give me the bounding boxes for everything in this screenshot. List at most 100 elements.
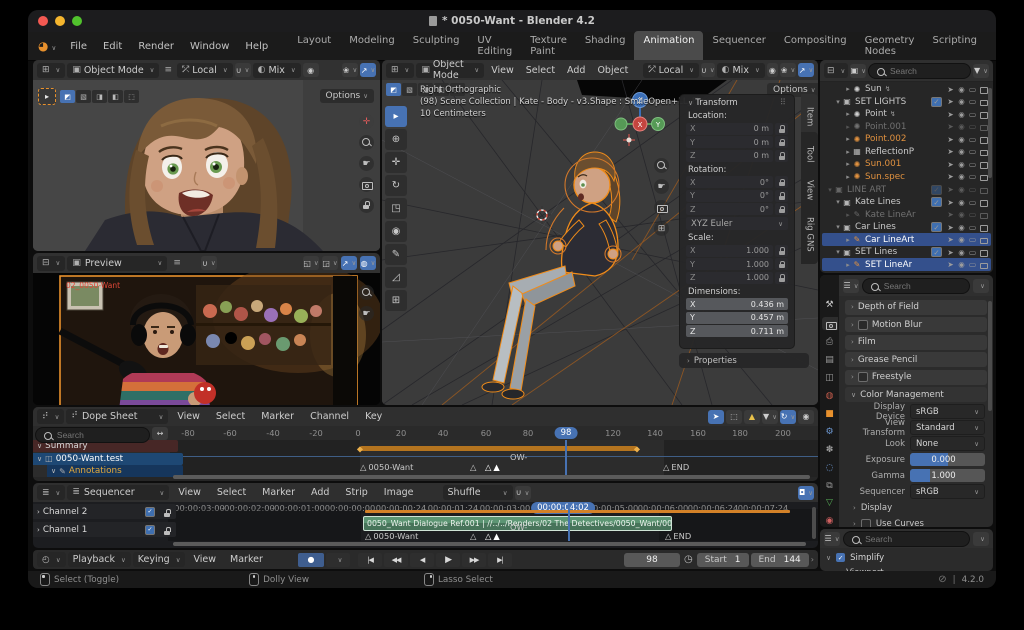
object-tab-icon[interactable]: ■ — [822, 408, 838, 419]
select-icon[interactable]: ➤ — [946, 260, 955, 269]
dope-sheet-hscroll[interactable] — [173, 475, 810, 479]
select-icon[interactable]: ➤ — [946, 198, 955, 207]
outliner-row[interactable]: ▸▦ReflectionP➤◉▭ — [822, 146, 991, 159]
lock-icon[interactable] — [775, 136, 788, 148]
start-frame-field[interactable]: Start1 — [697, 553, 749, 567]
lock-icon[interactable] — [775, 203, 788, 215]
tweak-select-button[interactable]: ◩ — [60, 90, 75, 103]
viewport-disable-icon[interactable]: ▭ — [968, 97, 977, 106]
tab-shading[interactable]: Shading — [576, 31, 635, 61]
viewport-disable-icon[interactable]: ▭ — [968, 210, 977, 219]
menu-help[interactable]: Help — [237, 41, 276, 52]
collection-checkbox[interactable]: ✓ — [931, 197, 942, 207]
tab-layout[interactable]: Layout — [288, 31, 340, 61]
rotation-mode-dropdown[interactable]: XYZ Euler — [686, 217, 788, 230]
select-icon[interactable]: ➤ — [946, 147, 955, 156]
outliner-row[interactable]: ▸✺Point.001➤◉▭ — [822, 121, 991, 134]
gizmo-toggle-icon[interactable]: ↗ — [341, 256, 357, 270]
hide-icon[interactable]: ◉ — [957, 160, 966, 169]
data-tab-icon[interactable]: ▽ — [822, 498, 838, 509]
summary-keyframe-bar[interactable] — [360, 446, 637, 451]
outliner-row[interactable]: ▸✺Sun.spec➤◉▭ — [822, 171, 991, 184]
rotation-x-field[interactable]: X0° — [686, 176, 773, 188]
menu-channel[interactable]: Channel — [303, 411, 356, 422]
marker-end[interactable]: △END — [663, 462, 689, 472]
menu-edit[interactable]: Edit — [95, 41, 130, 52]
render-disable-icon[interactable] — [979, 160, 988, 169]
hamburger-icon[interactable]: ≡ — [169, 258, 185, 268]
snap-icon[interactable]: ∪ — [201, 256, 217, 270]
tab-modeling[interactable]: Modeling — [340, 31, 404, 61]
viewport-disable-icon[interactable]: ▭ — [968, 248, 977, 257]
use-curves-subsection[interactable]: ›Use Curves — [853, 517, 985, 527]
viewport-disable-icon[interactable]: ▭ — [968, 185, 977, 194]
proportional-edit-icon[interactable]: ◉ — [798, 410, 814, 424]
render-disable-icon[interactable] — [979, 185, 988, 194]
sequencer-hscroll[interactable] — [173, 542, 806, 546]
menu-add[interactable]: Add — [562, 65, 590, 76]
transform-tool[interactable]: ◉ — [385, 221, 407, 242]
options-button[interactable]: Options — [320, 89, 375, 103]
visibility-icon[interactable]: ❀ — [342, 63, 358, 77]
orientation-selector[interactable]: ⤱Local — [177, 63, 233, 78]
next-keyframe-button[interactable]: ▶▶ — [462, 553, 486, 567]
marker-0050-want[interactable]: △0050-Want — [360, 462, 413, 472]
hide-icon[interactable]: ◉ — [957, 260, 966, 269]
menu-select[interactable]: Select — [210, 487, 253, 498]
properties2-search[interactable] — [843, 531, 970, 547]
zoom-icon[interactable] — [654, 158, 669, 173]
hide-icon[interactable]: ◉ — [957, 223, 966, 232]
pan-hand-icon[interactable]: ☛ — [654, 179, 669, 194]
menu-select[interactable]: Select — [209, 411, 252, 422]
use-preview-range-icon[interactable]: ◷ — [682, 554, 695, 565]
active-tool-icon[interactable]: ▸ — [38, 88, 56, 105]
properties-subpanel[interactable]: ›Properties — [679, 353, 809, 368]
lock-icon[interactable] — [775, 176, 788, 188]
end-frame-field[interactable]: End144 — [751, 553, 809, 567]
viewport-disable-icon[interactable]: ▭ — [968, 223, 977, 232]
outliner-search-input[interactable] — [888, 65, 965, 77]
maximize-window-button[interactable] — [72, 16, 82, 26]
sequencer-mode-selector[interactable]: ≣Sequencer — [67, 485, 169, 500]
tab-geometry-nodes[interactable]: Geometry Nodes — [856, 31, 924, 61]
channel-1-row[interactable]: ›Channel 1 ✓ — [33, 522, 176, 537]
hide-icon[interactable]: ◉ — [957, 235, 966, 244]
keying-dropdown[interactable] — [326, 553, 350, 567]
viewport-disable-icon[interactable]: ▭ — [968, 235, 977, 244]
render-tab-icon[interactable] — [822, 317, 838, 330]
paint-select-button[interactable]: ⬚ — [124, 90, 139, 103]
motion-blur-checkbox[interactable] — [858, 320, 868, 330]
camera-view-canvas[interactable]: ▸ ◩ ▧ ◨ ◧ ⬚ Options ✛ ☛ — [33, 80, 380, 251]
scale-x-field[interactable]: X1.000 — [686, 245, 773, 257]
editor-type-icon[interactable]: ⊞ — [386, 63, 414, 78]
auto-keying-button[interactable]: ● — [298, 553, 324, 567]
outliner-row[interactable]: ▸✎Kate LineAr➤◉▭ — [822, 208, 991, 221]
marker-icon[interactable]: △ — [470, 462, 476, 472]
collection-checkbox[interactable]: ✓ — [931, 222, 942, 232]
pivot-selector[interactable]: ◐Mix — [717, 63, 765, 78]
render-disable-icon[interactable] — [979, 110, 988, 119]
menu-marker[interactable]: Marker — [255, 487, 302, 498]
hide-icon[interactable]: ◉ — [957, 198, 966, 207]
collection-checkbox[interactable]: ✓ — [931, 247, 942, 257]
material-tab-icon[interactable]: ◉ — [822, 516, 838, 527]
keyframe-diamond[interactable]: ◆ — [634, 444, 640, 453]
proportional-edit-icon[interactable]: ◉ — [767, 63, 778, 77]
outliner-row[interactable]: ▸✺Sun↯➤◉▭ — [822, 83, 991, 96]
blender-logo-icon[interactable]: ◕ — [28, 39, 62, 53]
current-frame-field[interactable]: 98 — [624, 553, 680, 567]
viewport-disable-icon[interactable]: ▭ — [968, 110, 977, 119]
tab-compositing[interactable]: Compositing — [775, 31, 856, 61]
gizmo-toggle-icon[interactable]: ↗ — [360, 63, 376, 77]
overlay-toggle-icon[interactable]: ◘ — [798, 486, 814, 500]
orientation-selector[interactable]: ⤱Local — [643, 63, 699, 78]
outliner-row[interactable]: ▸✺Point.002➤◉▭ — [822, 133, 991, 146]
render-disable-icon[interactable] — [979, 235, 988, 244]
tool-tab-icon[interactable]: ⚒ — [822, 299, 838, 310]
viewport-canvas[interactable]: Z X Y ◩ ▧ ◨ ◧ ⬚ Options — [382, 80, 818, 405]
viewport-disable-icon[interactable]: ▭ — [968, 172, 977, 181]
render-disable-icon[interactable] — [979, 260, 988, 269]
menu-marker[interactable]: Marker — [254, 411, 301, 422]
channel2-strip[interactable] — [365, 510, 790, 513]
snap-mode-selector[interactable]: Shuffle — [443, 485, 513, 500]
